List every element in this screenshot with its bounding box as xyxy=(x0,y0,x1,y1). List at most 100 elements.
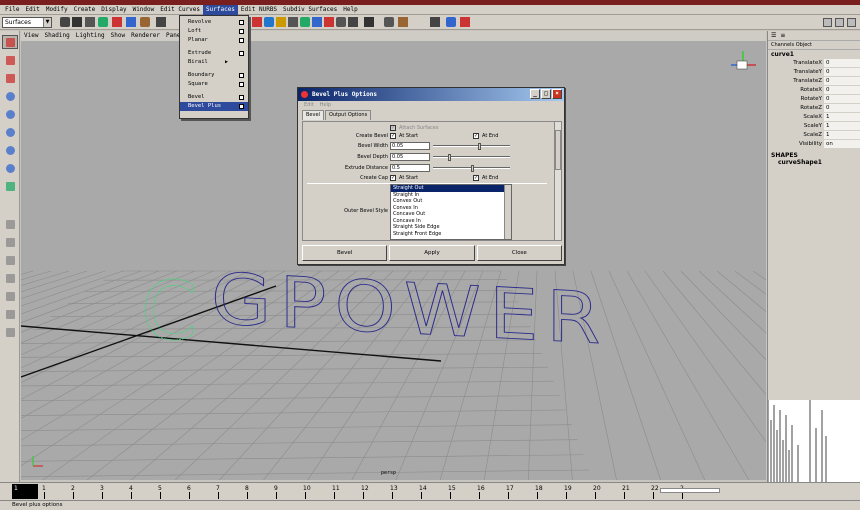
ipr-icon[interactable] xyxy=(300,17,310,27)
soft-mod-icon[interactable] xyxy=(2,161,18,175)
attribute-value[interactable]: 1 xyxy=(824,122,860,131)
menu-window[interactable]: Window xyxy=(130,5,158,15)
bevel-button[interactable]: Bevel xyxy=(302,245,388,261)
apply-button[interactable]: Apply xyxy=(389,245,475,261)
select-hierarchy-icon[interactable] xyxy=(98,17,108,27)
slider-thumb[interactable] xyxy=(478,143,481,150)
bevel-width-slider[interactable] xyxy=(433,143,510,150)
panel-menu-view[interactable]: View xyxy=(24,31,38,41)
dialog-title-bar[interactable]: Bevel Plus Options _ □ × xyxy=(298,88,564,101)
output-icon[interactable] xyxy=(336,17,346,27)
menu-item-boundary[interactable]: Boundary xyxy=(180,71,248,80)
script-layout-icon[interactable] xyxy=(2,307,18,321)
attribute-value[interactable]: 0 xyxy=(824,77,860,86)
bevel-depth-field[interactable]: 0.05 xyxy=(390,153,430,161)
panel-menu-shading[interactable]: Shading xyxy=(44,31,69,41)
menu-edit[interactable]: Edit xyxy=(304,101,314,110)
list-icon[interactable]: ☰ xyxy=(771,31,776,40)
menu-edit-nurbs[interactable]: Edit NURBS xyxy=(238,5,280,15)
attribute-value[interactable]: 1 xyxy=(824,131,860,140)
shape-name[interactable]: curveShape1 xyxy=(768,159,860,166)
range-slider[interactable] xyxy=(660,488,720,493)
attribute-row[interactable]: RotateZ 0 xyxy=(768,104,860,113)
time-slider[interactable]: 1 123456789101112131415161718192021222 xyxy=(0,482,860,500)
option-box-icon[interactable] xyxy=(239,73,244,78)
lasso-icon[interactable] xyxy=(2,53,18,67)
menu-surfaces[interactable]: Surfaces xyxy=(203,4,238,15)
option-box-icon[interactable] xyxy=(239,51,244,56)
option-box-icon[interactable] xyxy=(239,104,244,109)
tab-object[interactable]: Object xyxy=(796,42,812,48)
bevel-style-item[interactable]: Straight Front Edge xyxy=(391,231,511,238)
scale-icon[interactable] xyxy=(2,125,18,139)
minimize-icon[interactable]: _ xyxy=(530,89,540,99)
tab-bevel[interactable]: Bevel xyxy=(302,110,324,120)
option-box-icon[interactable] xyxy=(239,20,244,25)
last-tool-icon[interactable] xyxy=(2,179,18,193)
four-pane-icon[interactable] xyxy=(2,235,18,249)
snap-curve-icon[interactable] xyxy=(156,17,166,27)
attribute-editor-icon[interactable] xyxy=(835,18,844,27)
panel-menu-show[interactable]: Show xyxy=(111,31,125,41)
attribute-row[interactable]: Visibility on xyxy=(768,140,860,149)
history-icon[interactable] xyxy=(276,17,286,27)
bevel-width-field[interactable]: 0.05 xyxy=(390,142,430,150)
render-layout-icon[interactable] xyxy=(2,325,18,339)
menu-subdiv-surfaces[interactable]: Subdiv Surfaces xyxy=(280,5,340,15)
layers-icon[interactable]: ≡ xyxy=(780,31,785,40)
outer-bevel-style-list[interactable]: Straight Out Straight In Convex Out Convex … xyxy=(390,184,512,240)
option-box-icon[interactable] xyxy=(239,29,244,34)
attribute-value[interactable]: 1 xyxy=(824,113,860,122)
bevel-depth-slider[interactable] xyxy=(433,154,510,161)
menu-item-bevel-plus[interactable]: Bevel Plus xyxy=(180,102,248,111)
paint-select-icon[interactable] xyxy=(2,71,18,85)
graph-layout-icon[interactable] xyxy=(2,271,18,285)
outliner-layout-icon[interactable] xyxy=(2,253,18,267)
panel-menu-renderer[interactable]: Renderer xyxy=(131,31,160,41)
attribute-row[interactable]: RotateX 0 xyxy=(768,86,860,95)
manipulator-icon[interactable] xyxy=(2,143,18,157)
hypershade-layout-icon[interactable] xyxy=(2,289,18,303)
snap-point-icon[interactable] xyxy=(252,17,262,27)
menu-item-square[interactable]: Square xyxy=(180,80,248,89)
attach-surfaces-checkbox[interactable]: ✓ xyxy=(390,125,396,131)
menu-display[interactable]: Display xyxy=(98,5,129,15)
menu-create[interactable]: Create xyxy=(71,5,99,15)
joint-icon[interactable] xyxy=(398,17,408,27)
close-button[interactable]: Close xyxy=(476,245,562,261)
attribute-row[interactable]: ScaleX 1 xyxy=(768,113,860,122)
menu-item-bevel[interactable]: Bevel xyxy=(180,93,248,102)
attribute-value[interactable]: 0 xyxy=(824,95,860,104)
curve-icon[interactable] xyxy=(348,17,358,27)
layer-editor[interactable] xyxy=(767,400,860,482)
attribute-row[interactable]: ScaleY 1 xyxy=(768,122,860,131)
object-name[interactable]: curve1 xyxy=(768,50,860,59)
new-scene-icon[interactable] xyxy=(60,17,70,27)
attribute-row[interactable]: ScaleZ 1 xyxy=(768,131,860,140)
maximize-icon[interactable]: □ xyxy=(541,89,551,99)
render-globals-icon[interactable] xyxy=(312,17,322,27)
open-icon[interactable] xyxy=(72,17,82,27)
option-box-icon[interactable] xyxy=(239,95,244,100)
menu-edit-curves[interactable]: Edit Curves xyxy=(157,5,203,15)
bevel-at-start-checkbox[interactable]: ✓ xyxy=(390,133,396,139)
attribute-row[interactable]: TranslateX 0 xyxy=(768,59,860,68)
bevel-at-end-checkbox[interactable]: ✓ xyxy=(473,133,479,139)
input-icon[interactable] xyxy=(324,17,334,27)
menu-edit[interactable]: Edit xyxy=(22,5,42,15)
settings-icon[interactable] xyxy=(460,17,470,27)
close-icon[interactable]: × xyxy=(552,89,562,99)
option-box-icon[interactable] xyxy=(239,82,244,87)
menu-item-birail[interactable]: Birail ▶ xyxy=(180,58,248,67)
panel-menu-lighting[interactable]: Lighting xyxy=(76,31,105,41)
menu-file[interactable]: File xyxy=(2,5,22,15)
rotate-icon[interactable] xyxy=(2,107,18,121)
move-icon[interactable] xyxy=(2,89,18,103)
hypershade-icon[interactable] xyxy=(430,17,440,27)
attribute-value[interactable]: on xyxy=(824,140,860,149)
attribute-value[interactable]: 0 xyxy=(824,104,860,113)
select-component-icon[interactable] xyxy=(126,17,136,27)
menu-help[interactable]: Help xyxy=(340,5,360,15)
select-object-icon[interactable] xyxy=(112,17,122,27)
list-scrollbar[interactable] xyxy=(504,185,511,239)
